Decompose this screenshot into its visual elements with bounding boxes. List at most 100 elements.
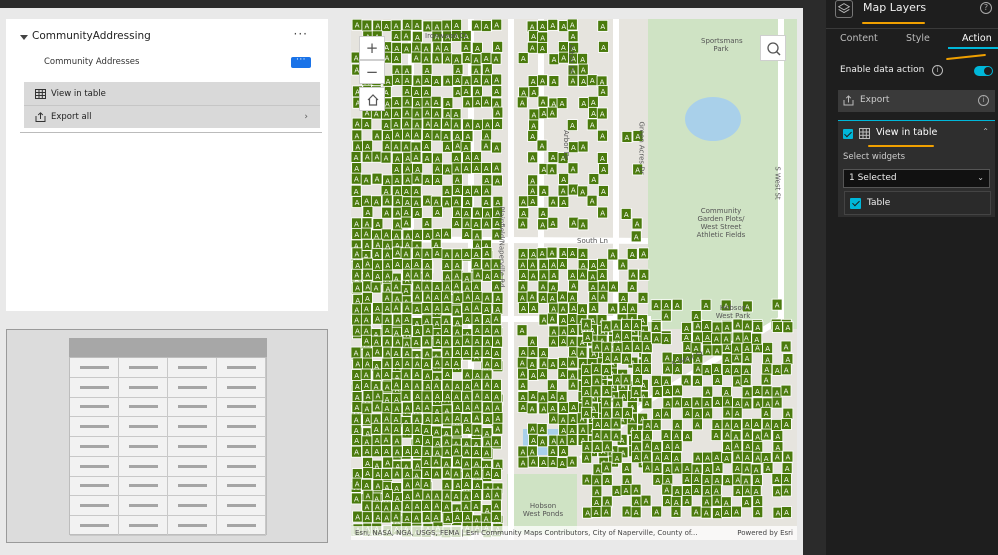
address-marker-label: A (465, 220, 470, 228)
address-marker-label: A (735, 465, 740, 473)
divider (20, 132, 322, 133)
address-marker-label: A (664, 487, 669, 495)
menu-item-view-in-table[interactable]: View in table (24, 82, 320, 105)
address-marker-label: A (355, 250, 360, 258)
address-marker-label: A (454, 470, 459, 478)
address-marker-label: A (434, 459, 439, 467)
address-marker-label: A (581, 251, 586, 259)
address-marker-label: A (581, 67, 586, 75)
address-marker-label: A (560, 261, 565, 269)
view-in-table-label: View in table (876, 127, 938, 138)
address-marker-label: A (425, 404, 430, 412)
address-marker-label: A (424, 317, 429, 325)
layer-group-row[interactable]: CommunityAddressing ··· (6, 27, 328, 47)
address-marker-label: A (495, 44, 500, 52)
address-marker-label: A (715, 498, 720, 506)
address-marker-label: A (594, 377, 599, 385)
address-marker-label: A (494, 144, 499, 152)
address-marker-label: A (475, 393, 480, 401)
address-marker-label: A (474, 77, 479, 85)
address-marker-label: A (551, 339, 556, 347)
tab-content[interactable]: Content (840, 33, 878, 44)
address-marker-label: A (404, 393, 409, 401)
address-marker-label: A (365, 272, 370, 280)
address-marker-label: A (530, 45, 535, 53)
address-marker-label: A (405, 22, 410, 30)
address-marker-label: A (425, 23, 430, 31)
select-widgets-label: Select widgets (843, 152, 906, 162)
address-marker-label: A (654, 378, 659, 386)
zoom-in-button[interactable]: + (359, 36, 385, 60)
dropdown-option-table[interactable]: Table (844, 191, 991, 215)
address-marker-label: A (655, 411, 660, 419)
address-marker-label: A (664, 302, 669, 310)
layer-actions-button[interactable]: ··· (291, 56, 311, 68)
address-marker-label: A (434, 110, 439, 118)
help-icon[interactable]: ? (980, 2, 992, 14)
collapse-triangle-icon[interactable] (20, 35, 28, 40)
address-marker-label: A (705, 347, 710, 355)
annotation-underline (868, 145, 934, 147)
table-placeholder-cell (217, 476, 266, 497)
address-marker-label: A (355, 481, 360, 489)
address-marker-label: A (584, 367, 589, 375)
address-marker-label: A (521, 272, 526, 280)
view-in-table-checkbox[interactable] (843, 129, 853, 139)
table-widget-placeholder[interactable] (6, 329, 328, 543)
address-marker-label: A (630, 284, 635, 292)
cell-placeholder-bar (129, 503, 158, 507)
address-marker-label: A (405, 515, 410, 523)
chevron-up-icon[interactable]: ⌃ (982, 127, 989, 136)
search-button[interactable] (760, 35, 786, 61)
map-widget[interactable]: A A A A A A A A A A A A A A A A A A A A A A A A A A A A A A A A A A A A A A A A… (351, 19, 797, 540)
address-marker-label: A (705, 334, 710, 342)
address-marker-label: A (550, 166, 555, 174)
address-marker-label: A (654, 302, 659, 310)
map-canvas[interactable]: A A A A A A A A A A A A A A A A A A A A A A A A A A A A A A A A A A A A A A A A… (351, 19, 797, 540)
panel-title: Map Layers (863, 1, 927, 14)
select-widgets-dropdown[interactable]: 1 Selected ⌄ (843, 169, 990, 188)
more-options-icon[interactable]: ··· (294, 27, 308, 41)
action-export[interactable]: Export i (838, 90, 995, 112)
address-marker-label: A (594, 477, 599, 485)
cell-placeholder-bar (178, 444, 207, 448)
powered-by-esri[interactable]: Powered by Esri (737, 526, 793, 540)
layer-row[interactable]: Community Addresses ··· (6, 55, 328, 71)
park-label: Community Garden Plots/ West Street Athl… (696, 207, 746, 239)
address-marker-label: A (664, 411, 669, 419)
address-marker-label: A (765, 388, 770, 396)
address-marker-label: A (594, 366, 599, 374)
address-marker-label: A (385, 327, 390, 335)
info-icon[interactable]: i (978, 95, 989, 106)
address-marker-label: A (590, 121, 595, 129)
address-marker-label: A (484, 221, 489, 229)
address-marker-label: A (655, 389, 660, 397)
option-checkbox[interactable] (850, 198, 861, 209)
address-marker-label: A (474, 56, 479, 64)
address-marker-label: A (550, 382, 555, 390)
zoom-out-button[interactable]: − (359, 60, 385, 84)
address-marker-label: A (474, 470, 479, 478)
tab-style[interactable]: Style (906, 33, 930, 44)
address-marker-label: A (434, 199, 439, 207)
address-marker-label: A (521, 305, 526, 313)
address-marker-label: A (570, 360, 575, 368)
table-placeholder-cell (168, 495, 217, 516)
menu-item-export-all[interactable]: Export all › (24, 105, 320, 128)
address-marker-label: A (474, 221, 479, 229)
table-placeholder-cell (70, 456, 119, 477)
info-icon[interactable]: i (932, 65, 943, 76)
home-button[interactable] (359, 87, 385, 111)
address-marker-label: A (634, 389, 639, 397)
address-marker-label: A (484, 306, 489, 314)
tab-action[interactable]: Action (962, 33, 992, 44)
address-marker-label: A (601, 284, 606, 292)
address-marker-label: A (675, 399, 680, 407)
address-marker-label: A (475, 294, 480, 302)
enable-data-action-toggle[interactable] (974, 66, 993, 76)
address-marker-label: A (355, 121, 360, 129)
address-marker-label: A (745, 421, 750, 429)
park-label: Hobson West Ponds (522, 502, 564, 518)
address-marker-label: A (674, 509, 679, 517)
address-marker-label: A (520, 295, 525, 303)
